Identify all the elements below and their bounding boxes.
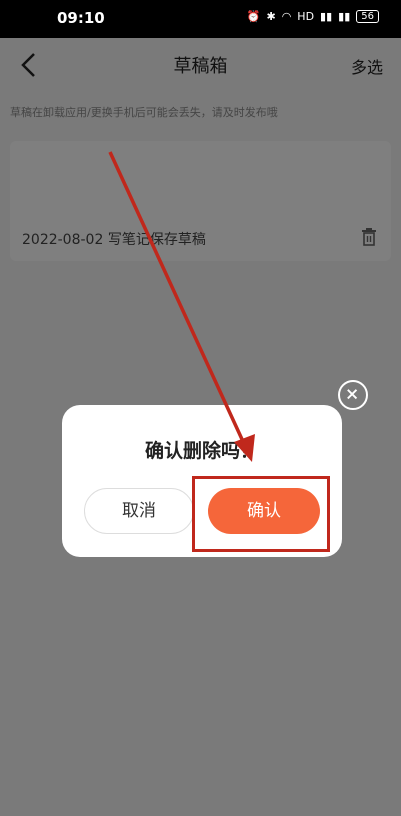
cancel-button[interactable]: 取消 — [84, 488, 194, 534]
battery-indicator: 56 — [356, 10, 379, 23]
status-time: 09:10 — [57, 9, 105, 27]
signal-icon: ▮▮ — [320, 10, 333, 23]
close-icon[interactable] — [338, 380, 368, 410]
dialog-title: 确认删除吗？ — [144, 440, 259, 462]
status-bar: 09:10 ⏰ ✱ ◠ HD ▮▮ ▮▮ 56 — [0, 0, 401, 38]
status-icons: ⏰ ✱ ◠ HD ▮▮ ▮▮ 56 — [247, 10, 379, 23]
wifi-icon: ◠ — [281, 10, 292, 23]
bluetooth-icon: ✱ — [266, 10, 276, 23]
alarm-icon: ⏰ — [246, 10, 261, 23]
annotation-highlight-box — [192, 476, 330, 552]
hd-icon: HD — [297, 10, 315, 23]
signal-icon: ▮▮ — [338, 10, 351, 23]
